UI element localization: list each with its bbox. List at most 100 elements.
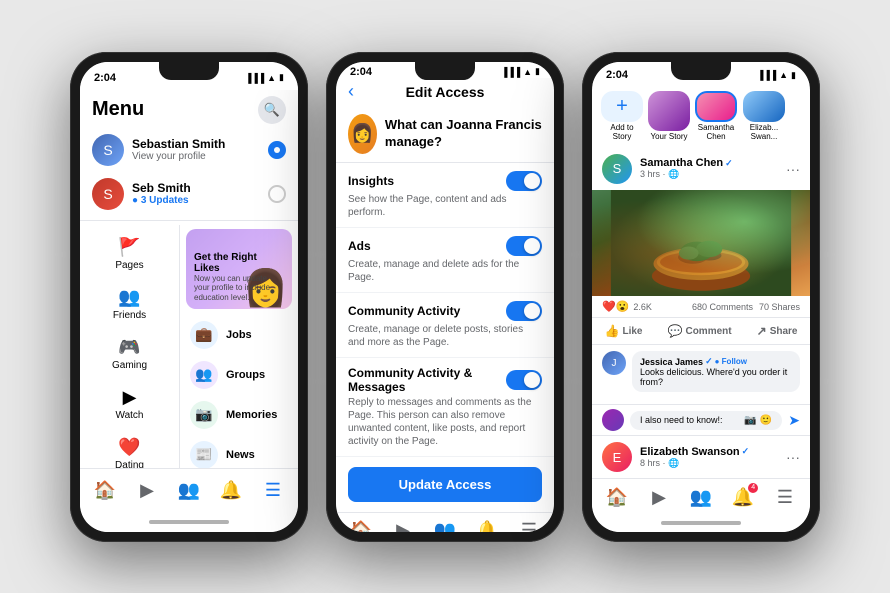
jessica-name: Jessica James ✓ ● Follow bbox=[640, 356, 792, 367]
share-label: Share bbox=[770, 326, 798, 337]
status-bar-2: 2:04 ▐▐▐ ▲ ▮ bbox=[336, 62, 554, 78]
radio-2[interactable] bbox=[268, 185, 286, 203]
profile-2-info: Seb Smith ● 3 Updates bbox=[132, 181, 191, 206]
nav2-menu[interactable]: ☰ bbox=[511, 513, 547, 532]
post-food-image bbox=[592, 190, 810, 297]
nav-friends[interactable]: 👥 bbox=[171, 472, 207, 508]
left-menu: 🚩 Pages 👥 Friends 🎮 Gaming ▶ Watch bbox=[80, 225, 180, 468]
elizabeth-avatar: E bbox=[602, 442, 632, 472]
phone-1: 2:04 ▐▐▐ ▲ ▮ Menu 🔍 S Sebastian Smith Vi… bbox=[70, 52, 308, 542]
news-label: News bbox=[226, 449, 255, 461]
groups-label: Groups bbox=[226, 369, 265, 381]
nav-menu[interactable]: ☰ bbox=[255, 472, 291, 508]
community-messages-toggle[interactable] bbox=[506, 370, 542, 390]
notch-inner-1 bbox=[159, 62, 219, 80]
elizabeth-options[interactable]: ··· bbox=[786, 449, 800, 465]
update-access-button[interactable]: Update Access bbox=[348, 467, 542, 502]
jobs-icon-circle: 💼 bbox=[190, 321, 218, 349]
phone-1-screen: 2:04 ▐▐▐ ▲ ▮ Menu 🔍 S Sebastian Smith Vi… bbox=[80, 62, 298, 532]
side-item-memories[interactable]: 📷 Memories bbox=[186, 395, 292, 435]
side-item-groups[interactable]: 👥 Groups bbox=[186, 355, 292, 395]
reaction-left: ❤️ 😮 2.6K bbox=[602, 300, 652, 313]
post-info: Samantha Chen ✓ 3 hrs · 🌐 bbox=[640, 157, 733, 180]
story-your[interactable]: Your Story bbox=[648, 91, 690, 141]
wifi-icon-3: ▲ bbox=[779, 70, 788, 80]
nav3-home[interactable]: 🏠 bbox=[599, 479, 635, 515]
comment-count: 680 Comments bbox=[692, 302, 753, 312]
nav3-menu[interactable]: ☰ bbox=[767, 479, 803, 515]
story-add[interactable]: + Add to Story bbox=[600, 91, 644, 141]
memories-icon-circle: 📷 bbox=[190, 401, 218, 429]
nav2-watch[interactable]: ▶ bbox=[385, 513, 421, 532]
phone-2: 2:04 ▐▐▐ ▲ ▮ ‹ Edit Access 👩 What can Jo… bbox=[326, 52, 564, 542]
poster-name-text: Samantha Chen bbox=[640, 157, 723, 169]
back-button[interactable]: ‹ bbox=[348, 81, 354, 102]
nav3-friends[interactable]: 👥 bbox=[683, 479, 719, 515]
access-item-community-messages: Community Activity & Messages Reply to m… bbox=[336, 358, 554, 457]
menu-item-gaming[interactable]: 🎮 Gaming bbox=[80, 329, 179, 379]
memories-label: Memories bbox=[226, 409, 277, 421]
profile-1-name: Sebastian Smith bbox=[132, 137, 225, 151]
menu-title: Menu bbox=[92, 98, 144, 121]
story-elizabeth[interactable]: Elizab... Swan... bbox=[742, 91, 786, 141]
like-label: Like bbox=[622, 326, 642, 337]
ads-toggle[interactable] bbox=[506, 236, 542, 256]
home-bar-3 bbox=[592, 515, 810, 531]
like-button[interactable]: 👍 Like bbox=[597, 320, 651, 342]
input-icons: 📷 🙂 bbox=[744, 415, 772, 426]
dating-label: Dating bbox=[115, 460, 144, 468]
story-samantha[interactable]: Samantha Chen bbox=[694, 91, 738, 141]
jessica-verified: ✓ bbox=[705, 356, 713, 367]
community-messages-header: Community Activity & Messages bbox=[348, 366, 542, 394]
insights-toggle[interactable] bbox=[506, 171, 542, 191]
jessica-avatar: J bbox=[602, 351, 626, 375]
nav2-home[interactable]: 🏠 bbox=[343, 513, 379, 532]
reaction-bar: ❤️ 😮 2.6K 680 Comments 70 Shares bbox=[592, 296, 810, 318]
send-button[interactable]: ➤ bbox=[788, 412, 800, 429]
home-indicator-1 bbox=[149, 520, 229, 524]
nav3-watch[interactable]: ▶ bbox=[641, 479, 677, 515]
community-toggle[interactable] bbox=[506, 301, 542, 321]
side-item-jobs[interactable]: 💼 Jobs bbox=[186, 315, 292, 355]
menu-item-pages[interactable]: 🚩 Pages bbox=[80, 229, 179, 279]
comment-section: J Jessica James ✓ ● Follow Looks delicio… bbox=[592, 345, 810, 404]
nav-notifications[interactable]: 🔔 bbox=[213, 472, 249, 508]
joanna-avatar: 👩 bbox=[348, 114, 377, 154]
search-button[interactable]: 🔍 bbox=[258, 96, 286, 124]
menu-body: 🚩 Pages 👥 Friends 🎮 Gaming ▶ Watch bbox=[80, 225, 298, 468]
access-question: What can Joanna Francis manage? bbox=[385, 117, 542, 151]
promo-card[interactable]: Get the Right Likes Now you can update y… bbox=[186, 229, 292, 309]
nav2-notifications[interactable]: 🔔 bbox=[469, 513, 505, 532]
samantha-story-label: Samantha Chen bbox=[694, 124, 738, 142]
side-item-news[interactable]: 📰 News bbox=[186, 435, 292, 468]
nav-watch[interactable]: ▶ bbox=[129, 472, 165, 508]
time-3: 2:04 bbox=[606, 69, 628, 81]
menu-item-friends[interactable]: 👥 Friends bbox=[80, 279, 179, 329]
bottom-nav-1: 🏠 ▶ 👥 🔔 ☰ bbox=[80, 468, 298, 512]
battery-icon-2: ▮ bbox=[535, 66, 540, 77]
radio-1[interactable] bbox=[268, 141, 286, 159]
nav3-notifications[interactable]: 🔔4 bbox=[725, 479, 761, 515]
watch-label: Watch bbox=[116, 410, 144, 421]
watch-icon: ▶ bbox=[123, 387, 137, 408]
notch-inner-2 bbox=[415, 62, 475, 80]
food-overlay bbox=[592, 190, 810, 297]
post-header: S Samantha Chen ✓ 3 hrs · 🌐 ··· bbox=[592, 148, 810, 190]
profile-2[interactable]: S Seb Smith ● 3 Updates bbox=[80, 172, 298, 216]
access-item-community: Community Activity Create, manage or del… bbox=[336, 293, 554, 358]
nav-home[interactable]: 🏠 bbox=[87, 472, 123, 508]
comment-icon: 💬 bbox=[668, 324, 683, 338]
emoji-icon: 🙂 bbox=[760, 415, 772, 426]
menu-item-watch[interactable]: ▶ Watch bbox=[80, 379, 179, 429]
elizabeth-name: Elizabeth Swanson ✓ bbox=[640, 446, 749, 458]
profile-1[interactable]: S Sebastian Smith View your profile bbox=[80, 128, 298, 172]
gaming-label: Gaming bbox=[112, 360, 147, 371]
share-button[interactable]: ↗ Share bbox=[749, 320, 806, 342]
news-icon-circle: 📰 bbox=[190, 441, 218, 468]
jessica-follow[interactable]: ● Follow bbox=[715, 357, 747, 366]
menu-item-dating[interactable]: ❤️ Dating bbox=[80, 429, 179, 468]
post-options[interactable]: ··· bbox=[786, 161, 800, 177]
comment-input-box[interactable]: I also need to know!: 📷 🙂 bbox=[630, 411, 782, 430]
comment-button[interactable]: 💬 Comment bbox=[660, 320, 740, 342]
nav2-friends[interactable]: 👥 bbox=[427, 513, 463, 532]
